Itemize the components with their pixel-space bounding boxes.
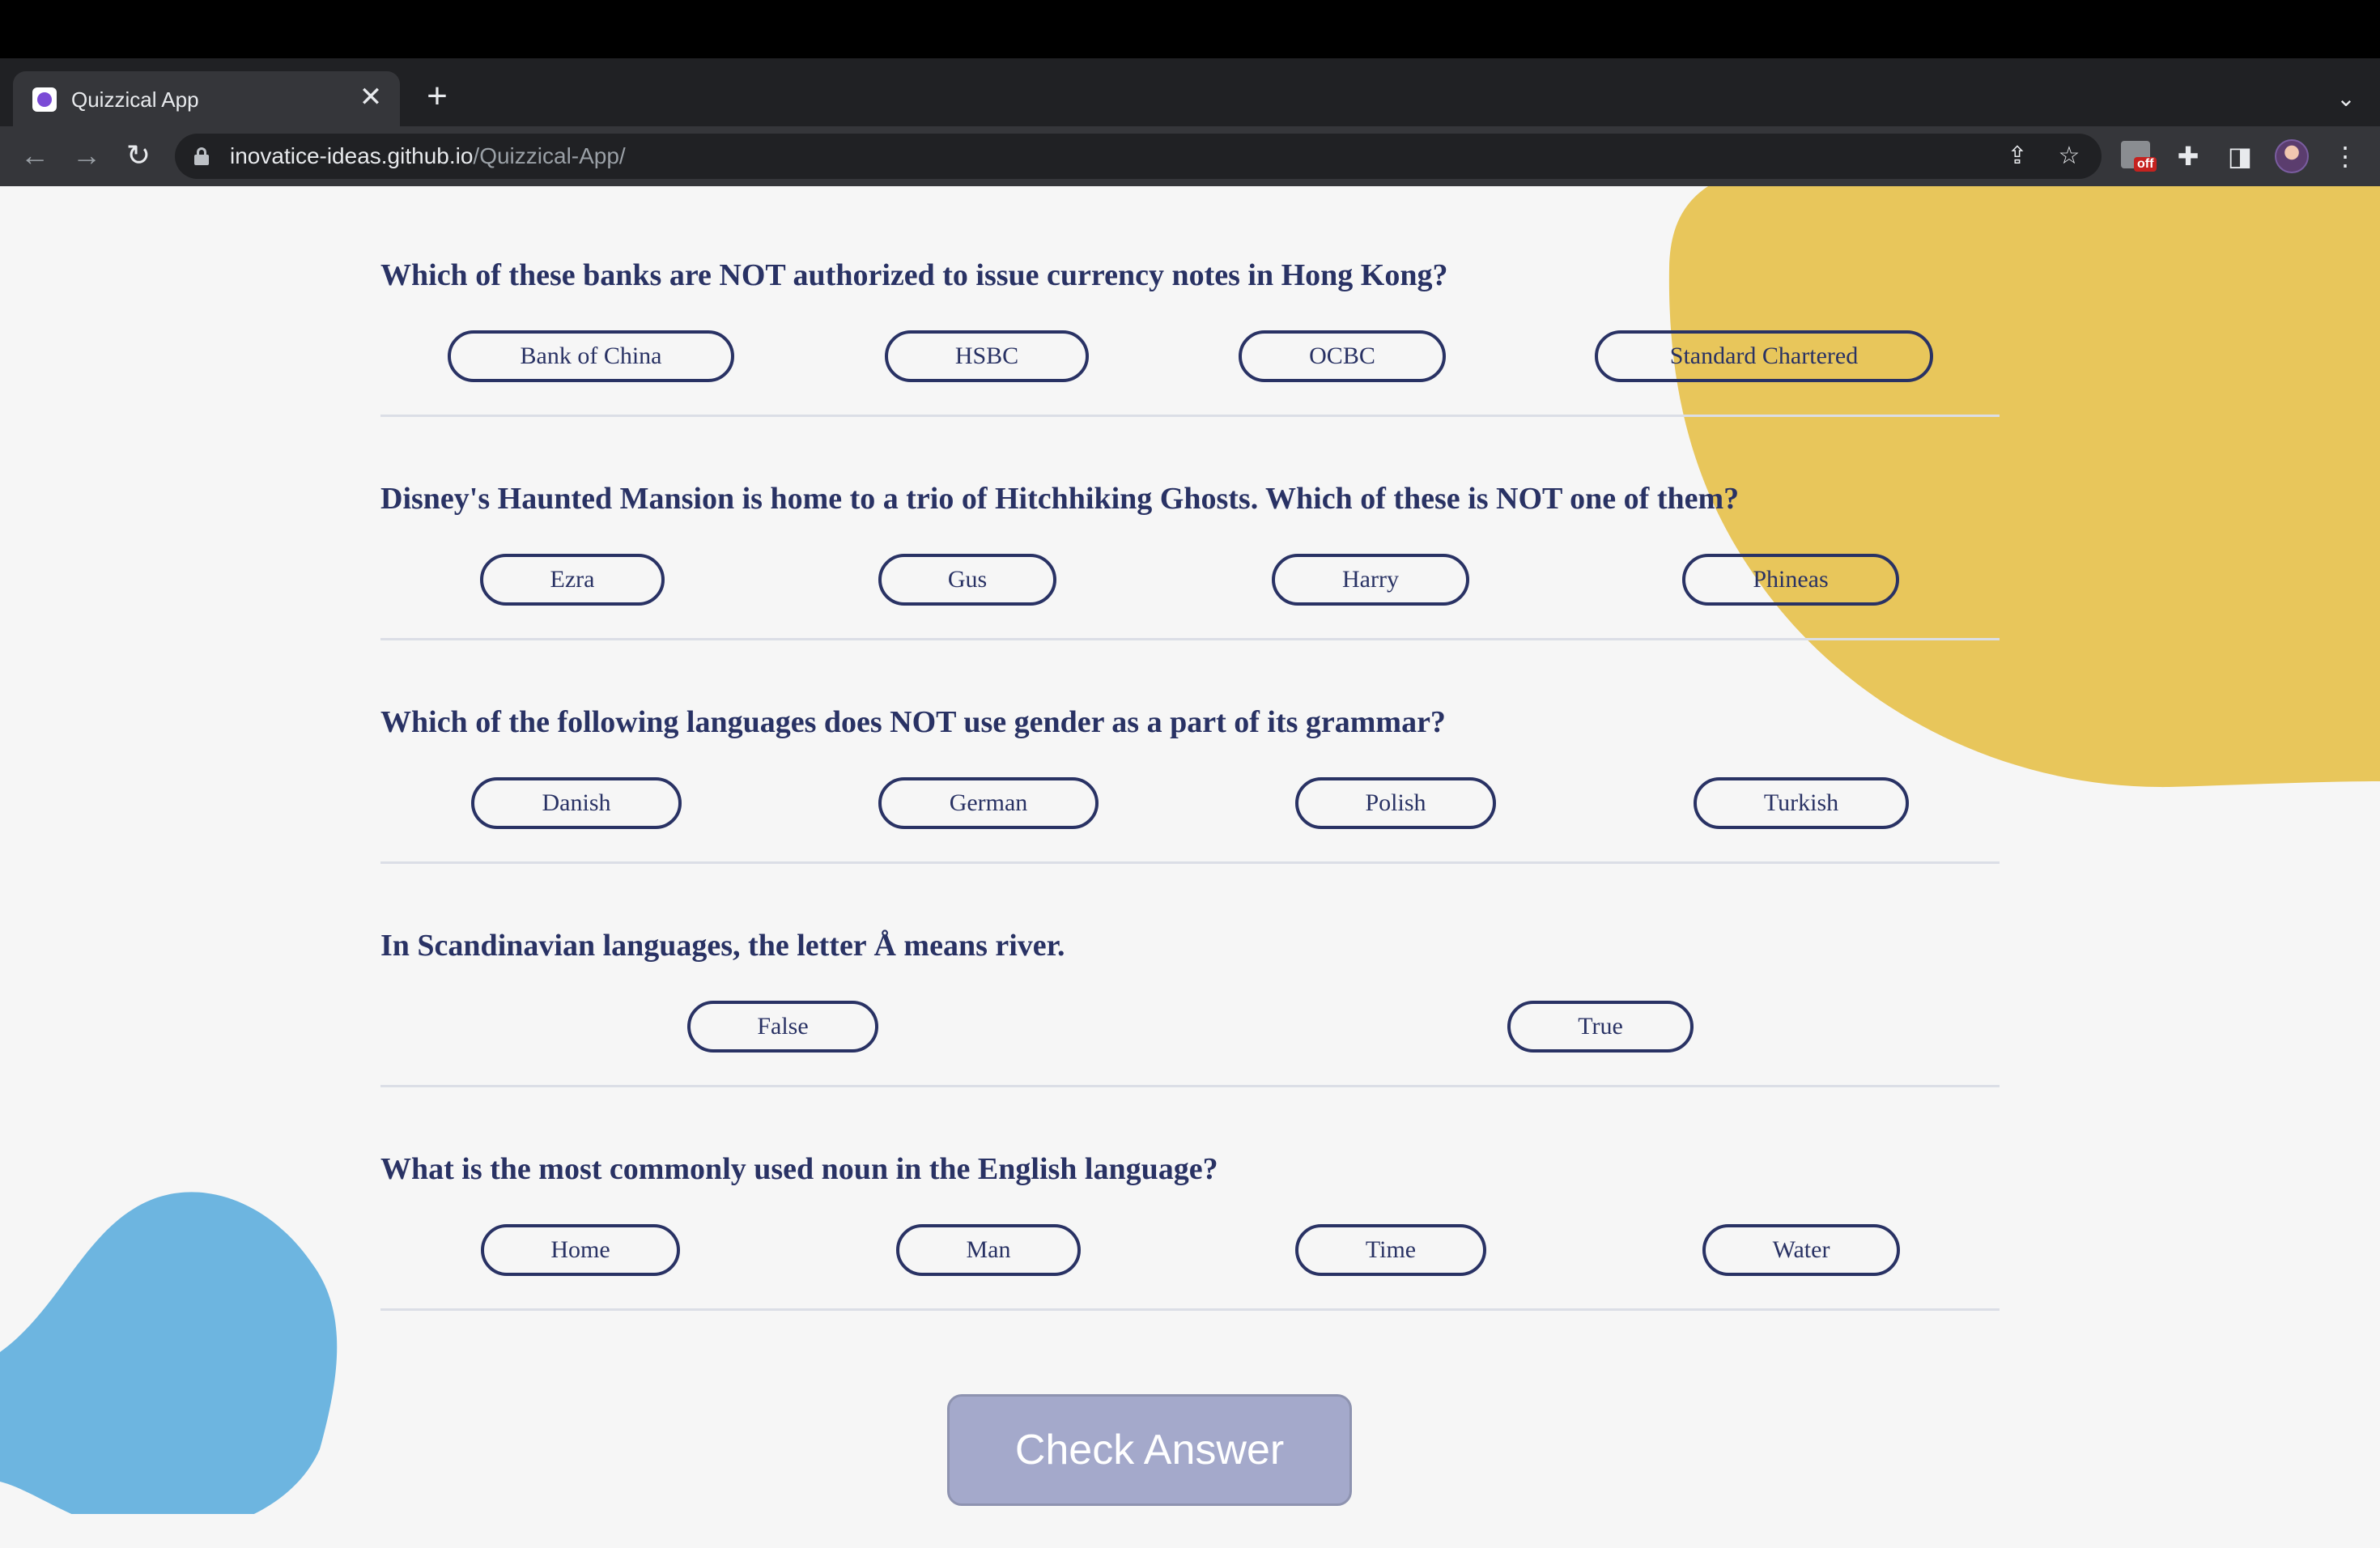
- blue-blob-decoration: [0, 1192, 338, 1514]
- browser-toolbar: ← → ↻ inovatice-ideas.github.io/Quizzica…: [0, 126, 2380, 186]
- answer-option[interactable]: Harry: [1272, 554, 1469, 606]
- close-tab-icon[interactable]: ✕: [356, 83, 385, 112]
- app-favicon-icon: [32, 87, 57, 112]
- answer-option[interactable]: Bank of China: [448, 330, 734, 382]
- extension-icon[interactable]: off: [2121, 141, 2157, 172]
- profile-avatar[interactable]: [2275, 139, 2309, 173]
- tab-strip: Quizzical App ✕ + ⌄: [0, 58, 2380, 126]
- tab-quizzical-app[interactable]: Quizzical App ✕: [13, 71, 400, 126]
- answer-option[interactable]: Phineas: [1682, 554, 1899, 606]
- url-text[interactable]: inovatice-ideas.github.io/Quizzical-App/: [230, 142, 626, 171]
- tab-search-chevron-icon[interactable]: ⌄: [2330, 83, 2362, 115]
- yellow-blob-decoration: [1668, 186, 2380, 788]
- question-divider: [380, 861, 2000, 864]
- extension-off-badge: off: [2134, 157, 2157, 172]
- answer-option[interactable]: Home: [481, 1224, 680, 1276]
- question-divider: [380, 638, 2000, 640]
- answer-option[interactable]: Ezra: [480, 554, 665, 606]
- question-text: What is the most commonly used noun in t…: [380, 1152, 1218, 1186]
- question-divider: [380, 1085, 2000, 1087]
- side-panel-icon[interactable]: ◨: [2221, 138, 2259, 175]
- answer-option[interactable]: Standard Chartered: [1595, 330, 1933, 382]
- answer-option[interactable]: Danish: [471, 777, 682, 829]
- question-divider: [380, 1308, 2000, 1311]
- url-host: inovatice-ideas.github.io: [230, 143, 474, 168]
- question-text: Which of these banks are NOT authorized …: [380, 258, 1448, 292]
- answer-option[interactable]: Polish: [1295, 777, 1496, 829]
- reload-icon[interactable]: ↻: [120, 138, 157, 175]
- back-icon[interactable]: ←: [16, 138, 53, 175]
- question-text: In Scandinavian languages, the letter Å …: [380, 929, 1065, 963]
- answer-option[interactable]: Man: [896, 1224, 1081, 1276]
- answer-option[interactable]: Water: [1702, 1224, 1900, 1276]
- menu-kebab-icon[interactable]: ⋮: [2327, 138, 2364, 175]
- question-text: Which of the following languages does NO…: [380, 705, 1446, 739]
- answer-option[interactable]: True: [1507, 1001, 1694, 1053]
- new-tab-icon[interactable]: +: [421, 79, 453, 114]
- answer-option[interactable]: False: [687, 1001, 878, 1053]
- bookmark-star-icon[interactable]: ☆: [2051, 138, 2087, 174]
- answer-option[interactable]: Time: [1295, 1224, 1486, 1276]
- window-titlebar: [0, 0, 2380, 58]
- answer-option[interactable]: HSBC: [885, 330, 1089, 382]
- forward-icon[interactable]: →: [68, 138, 105, 175]
- tab-title: Quizzical App: [71, 87, 199, 112]
- url-path: /Quizzical-App/: [473, 143, 626, 168]
- answer-option[interactable]: Gus: [878, 554, 1056, 606]
- extensions-puzzle-icon[interactable]: ✚: [2170, 138, 2207, 175]
- check-answer-button[interactable]: Check Answer: [947, 1394, 1352, 1506]
- question-divider: [380, 415, 2000, 417]
- share-icon[interactable]: ⇪: [2000, 138, 2035, 174]
- answer-option[interactable]: OCBC: [1239, 330, 1446, 382]
- answer-option[interactable]: Turkish: [1694, 777, 1909, 829]
- address-bar[interactable]: inovatice-ideas.github.io/Quizzical-App/…: [175, 134, 2102, 179]
- question-text: Disney's Haunted Mansion is home to a tr…: [380, 482, 1740, 516]
- quiz-page: Which of these banks are NOT authorized …: [0, 186, 2380, 1548]
- lock-icon[interactable]: [194, 147, 209, 165]
- answer-option[interactable]: German: [878, 777, 1099, 829]
